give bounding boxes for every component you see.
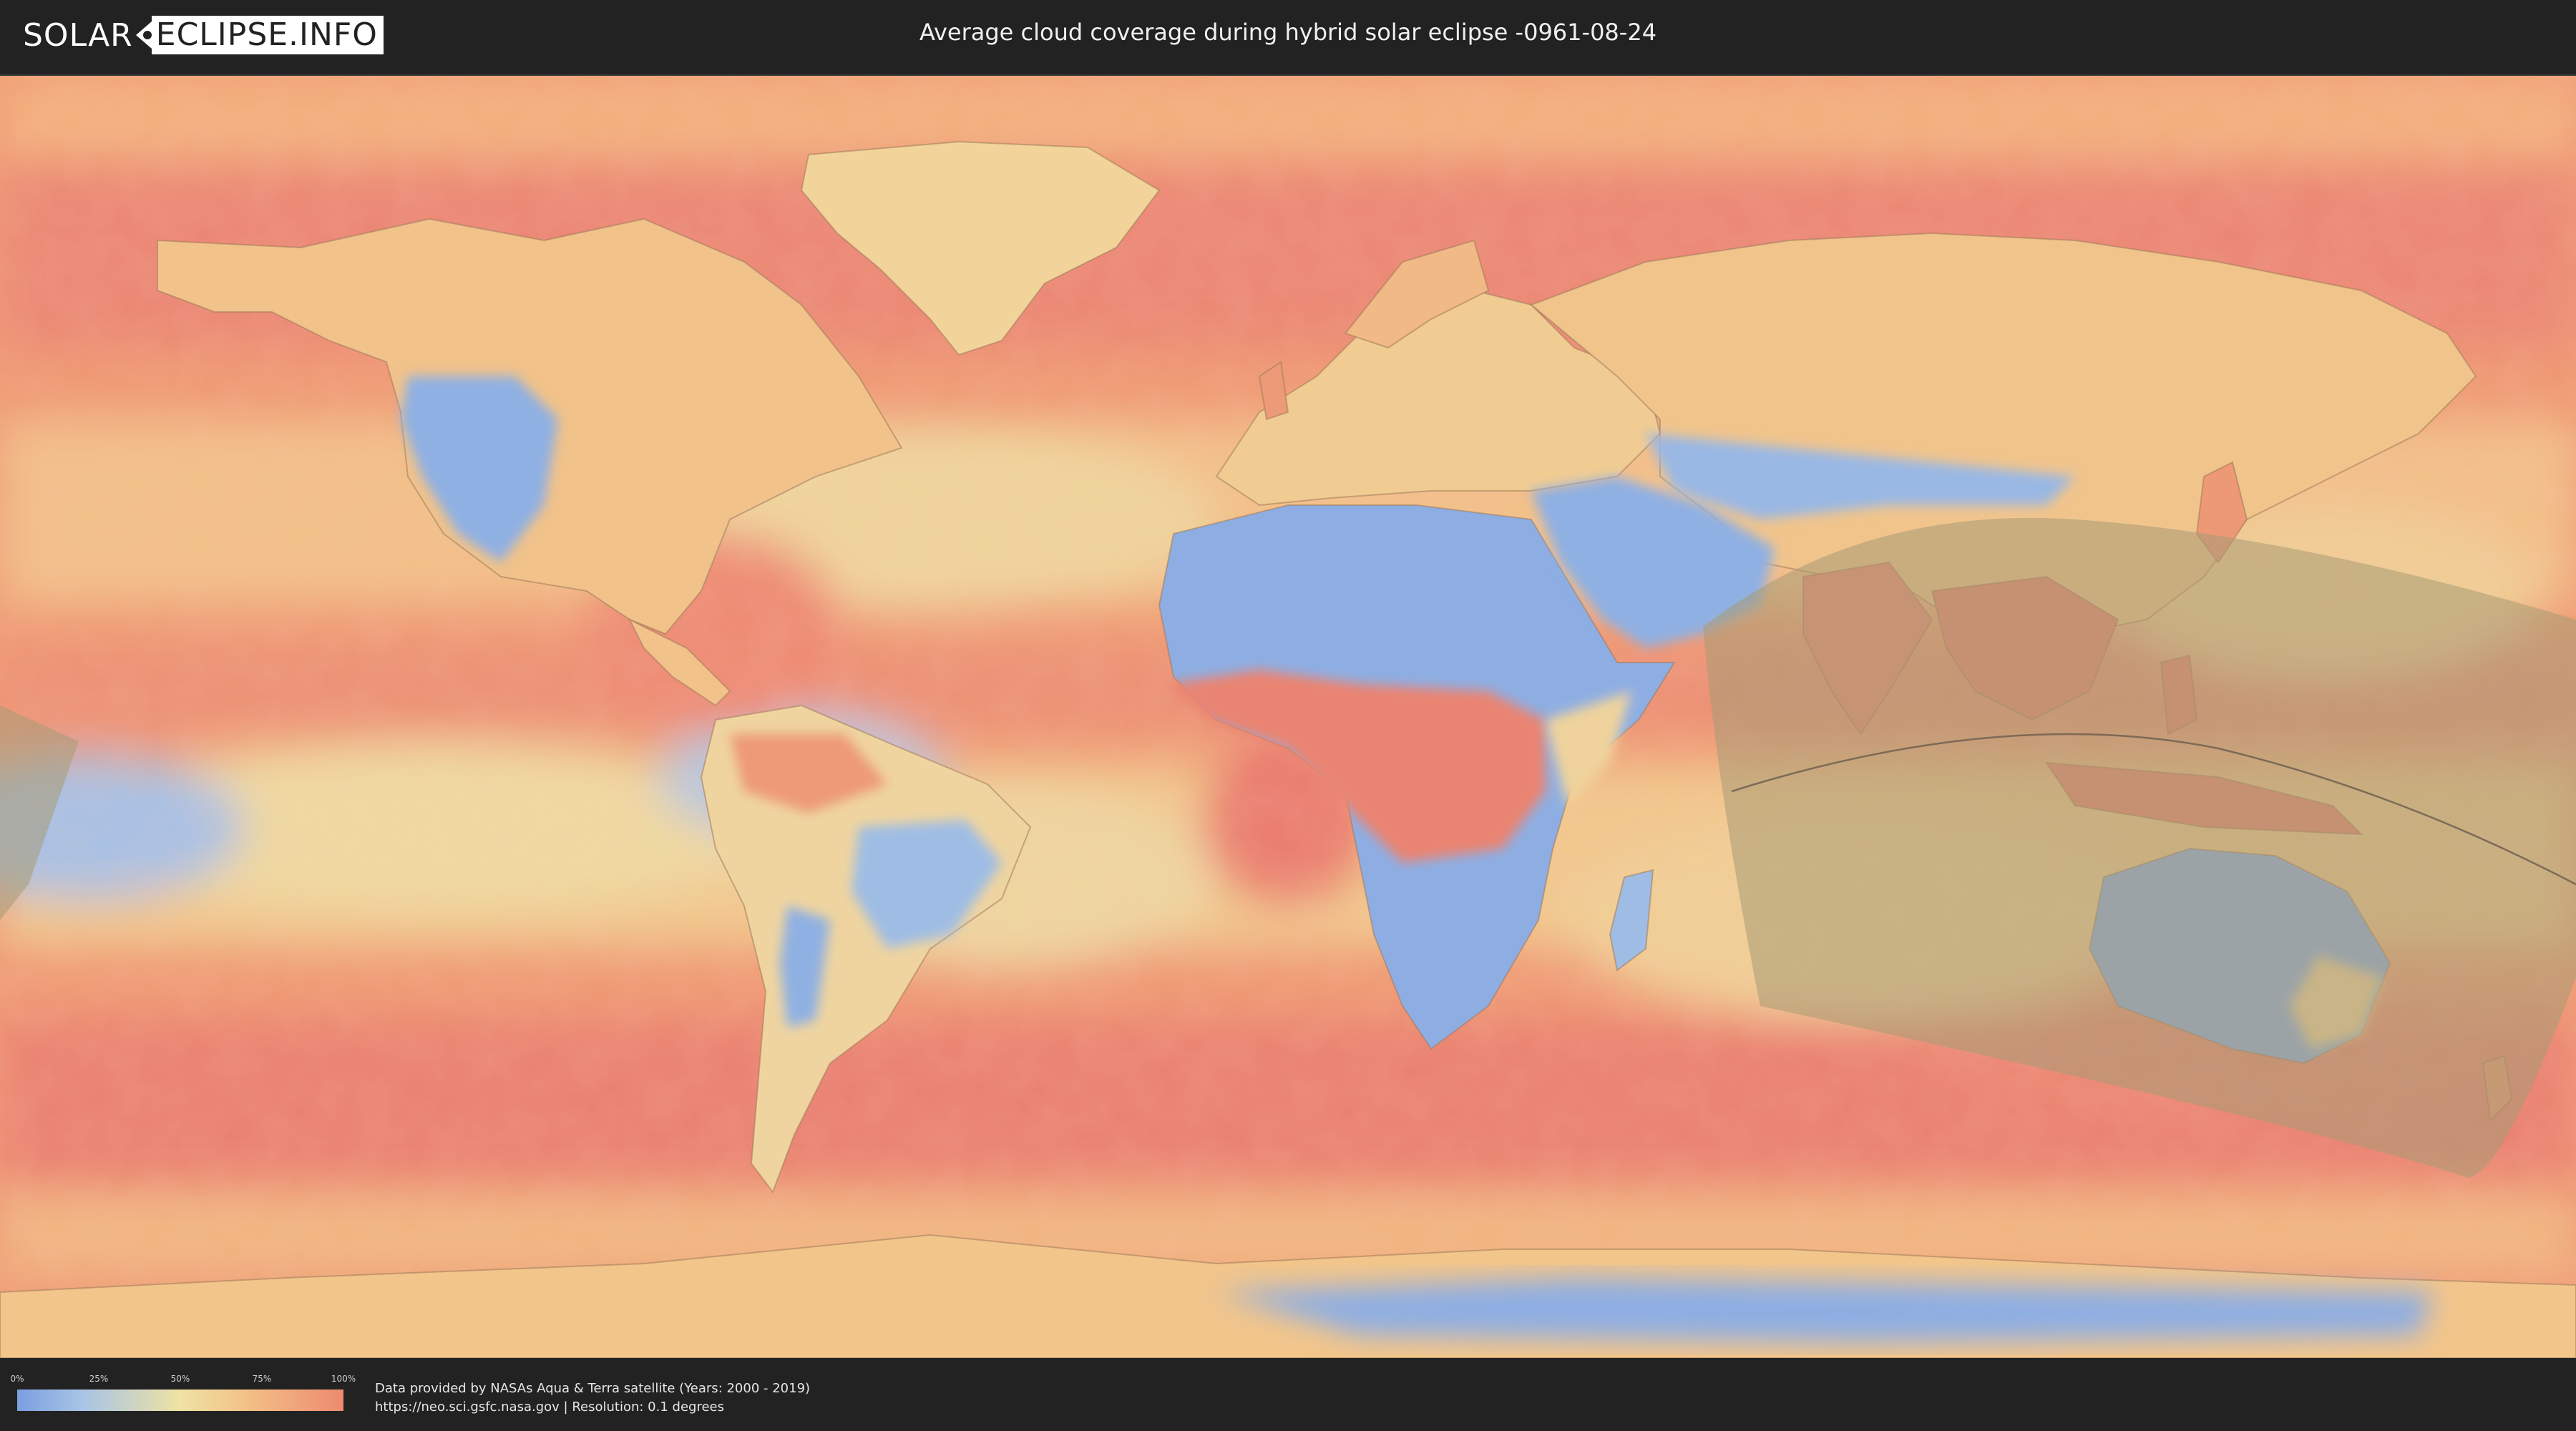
legend-tick-50: 50%: [170, 1374, 190, 1384]
data-credits: Data provided by NASAs Aqua & Terra sate…: [375, 1379, 810, 1417]
legend-color-bar: [17, 1390, 343, 1411]
credit-line-source: Data provided by NASAs Aqua & Terra sate…: [375, 1381, 811, 1396]
page: SOLAR ECLIPSE.INFO Average cloud coverag…: [0, 0, 2576, 1431]
credit-line-url: https://neo.sci.gsfc.nasa.gov | Resoluti…: [375, 1400, 724, 1415]
legend-tick-25: 25%: [89, 1374, 109, 1384]
cloud-coverage-map[interactable]: [0, 74, 2576, 1359]
page-title: Average cloud coverage during hybrid sol…: [919, 19, 1657, 46]
footer-bar: 0% 25% 50% 75% 100% Data provided by NAS…: [0, 1358, 2576, 1431]
cloud-coverage-legend: 0% 25% 50% 75% 100%: [10, 1374, 356, 1417]
legend-tick-75: 75%: [252, 1374, 272, 1384]
header-bar: SOLAR ECLIPSE.INFO Average cloud coverag…: [0, 0, 2576, 72]
world-map: [0, 76, 2576, 1358]
legend-tick-100: 100%: [331, 1374, 356, 1384]
legend-tick-0: 0%: [10, 1374, 24, 1384]
